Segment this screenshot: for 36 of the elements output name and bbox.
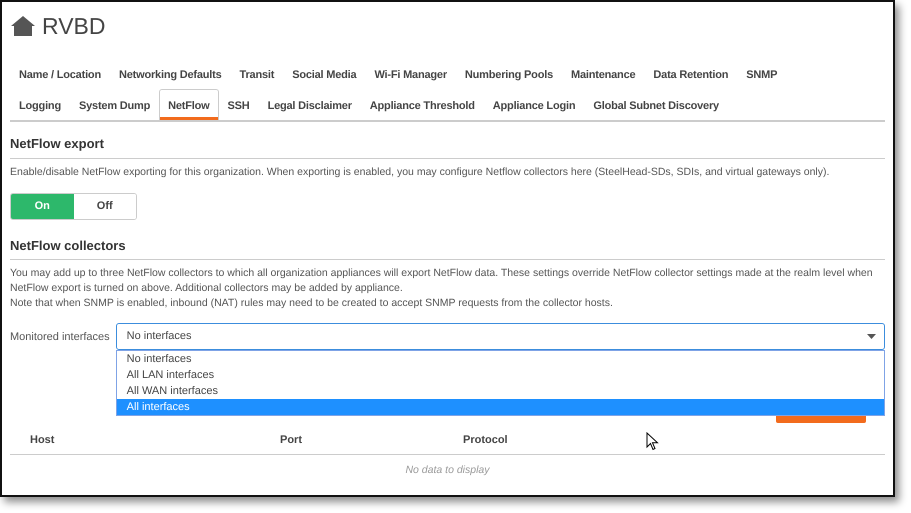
column-header: Port — [280, 433, 303, 448]
description-text: Note that when SNMP is enabled, inbound (NAT) rules may need to be created to accept SNMP requests from the collector hosts. — [10, 296, 614, 311]
tab[interactable]: Numbering Pools — [456, 58, 562, 89]
tab[interactable]: Maintenance — [562, 58, 644, 89]
home-icon — [10, 15, 36, 37]
tab[interactable]: Social Media — [283, 58, 366, 89]
tab[interactable]: Logging — [10, 89, 70, 120]
tab[interactable]: Global Subnet Discovery — [584, 89, 728, 120]
dropdown-option[interactable]: All WAN interfaces — [116, 383, 884, 399]
column-header: Host — [30, 433, 56, 448]
page-title: RVBD — [42, 12, 106, 41]
tab[interactable]: NetFlow — [159, 89, 219, 120]
select-value: No interfaces — [126, 329, 192, 344]
tab[interactable]: Appliance Threshold — [360, 89, 484, 120]
description-text: Enable/disable NetFlow exporting for this organization. When exporting is enabled, you may configure Netflow collectors here (SteelHead-SDs, SDIs, and virtual gateways only). — [10, 164, 830, 180]
section-heading: NetFlow export — [10, 128, 885, 158]
tab[interactable]: Networking Defaults — [110, 58, 231, 89]
column-header: Protocol — [463, 433, 508, 448]
section-heading: NetFlow collectors — [10, 230, 885, 260]
cursor-icon — [646, 432, 659, 451]
tab[interactable]: Legal Disclaimer — [258, 89, 361, 120]
tab[interactable]: Appliance Login — [484, 89, 584, 120]
field-label: Monitored interfaces — [10, 330, 110, 345]
interfaces-select[interactable]: No interfaces — [116, 323, 885, 350]
caret-icon — [867, 334, 876, 339]
tab[interactable]: Wi-Fi Manager — [365, 58, 456, 89]
tab[interactable]: Data Retention — [644, 58, 738, 89]
dropdown-option[interactable]: No interfaces — [116, 351, 884, 367]
tab[interactable]: Name / Location — [10, 58, 110, 89]
dropdown-option[interactable]: All LAN interfaces — [116, 367, 884, 383]
empty-message: No data to display — [405, 462, 490, 478]
description-text: You may add up to three NetFlow collectors to which all organization appliances will export NetFlow data. These settings override NetFlow collector settings made at the realm level when NetFlow export is turned on above. Additional collectors may be added by appliance. — [10, 266, 874, 296]
tab[interactable]: SNMP — [737, 58, 786, 89]
tab[interactable]: System Dump — [70, 89, 160, 120]
tab[interactable]: Transit — [230, 58, 284, 89]
tab[interactable]: SSH — [218, 89, 259, 120]
